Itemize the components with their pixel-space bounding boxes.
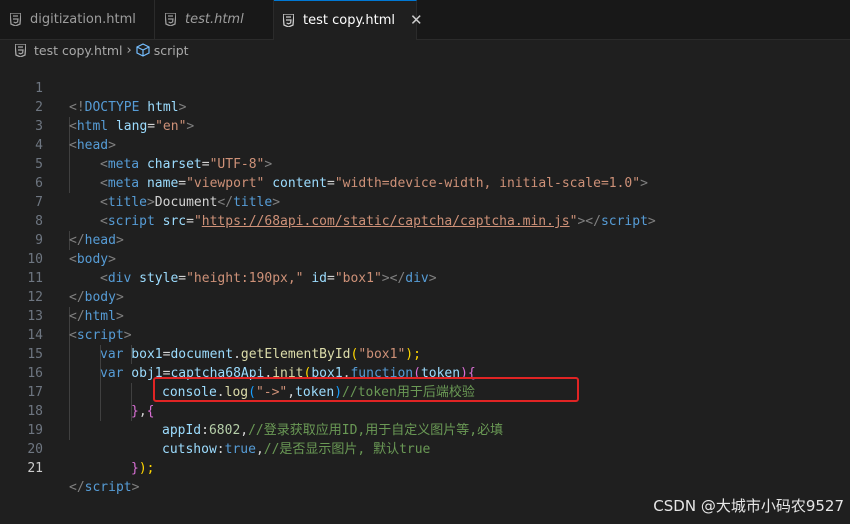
code-line[interactable]: 1 <!DOCTYPE html> xyxy=(0,60,850,115)
code-line[interactable]: 16 console.log("->",token)//token用于后端校验 xyxy=(0,345,850,400)
highlight-box xyxy=(153,377,579,402)
code-token: } xyxy=(131,461,139,476)
code-line[interactable]: 2 <html lang="en"> xyxy=(0,79,850,134)
tab-label: test.html xyxy=(185,12,244,27)
code-line[interactable]: 8 </head> xyxy=(0,193,850,248)
tab-digitization-html[interactable]: digitization.html xyxy=(0,0,155,39)
code-line[interactable]: 6 <title>Document</title> xyxy=(0,155,850,210)
tab-test-html[interactable]: test.html xyxy=(155,0,274,39)
line-number: 21 xyxy=(27,461,43,476)
code-line[interactable]: 10 <div style="height:190px," id="box1">… xyxy=(0,231,850,286)
code-line[interactable]: 21 </script> xyxy=(0,440,850,495)
html5-icon xyxy=(283,14,294,28)
tab-test-copy-html[interactable]: test copy.html ✕ xyxy=(274,0,423,40)
code-line[interactable]: 15 var obj1=captcha68Api.init(box1,funct… xyxy=(0,326,850,381)
code-line[interactable]: 13 <script> xyxy=(0,288,850,343)
code-line[interactable]: 12 </html> xyxy=(0,269,850,324)
code-token: </ xyxy=(69,480,85,495)
code-line[interactable]: 4 <meta charset="UTF-8"> xyxy=(0,117,850,172)
cube-icon xyxy=(136,43,150,57)
watermark: CSDN @大城市小码农9527 xyxy=(653,497,844,515)
code-token: > xyxy=(131,480,140,495)
code-editor[interactable]: 1 <!DOCTYPE html> 2 <html lang="en"> 3 <… xyxy=(0,60,850,524)
code-line[interactable]: 7 <script src="https://68api.com/static/… xyxy=(0,174,850,229)
code-token: script xyxy=(84,480,132,495)
code-line[interactable]: 19 cutshow:true,//是否显示图片, 默认true xyxy=(0,402,850,457)
code-line[interactable]: 3 <head> xyxy=(0,98,850,153)
breadcrumb-file[interactable]: test copy.html xyxy=(34,43,123,58)
tab-label: test copy.html xyxy=(303,13,396,28)
close-icon[interactable]: ✕ xyxy=(410,13,423,28)
editor-tab-bar: digitization.html test.html test copy.ht… xyxy=(0,0,850,40)
html5-icon xyxy=(164,13,176,27)
code-token: ); xyxy=(138,461,155,476)
breadcrumb: test copy.html › script xyxy=(0,40,850,60)
code-line[interactable]: 14 var box1=document.getElementById("box… xyxy=(0,307,850,362)
tab-label: digitization.html xyxy=(30,12,136,27)
chevron-right-icon: › xyxy=(126,42,132,58)
breadcrumb-symbol[interactable]: script xyxy=(154,43,189,58)
html5-icon xyxy=(9,13,21,27)
html5-icon xyxy=(14,43,26,57)
code-line[interactable]: 20 }); xyxy=(0,421,850,476)
code-line[interactable]: 11 </body> xyxy=(0,250,850,305)
code-line[interactable]: 9 <body> xyxy=(0,212,850,267)
code-line[interactable]: 5 <meta name="viewport" content="width=d… xyxy=(0,136,850,191)
